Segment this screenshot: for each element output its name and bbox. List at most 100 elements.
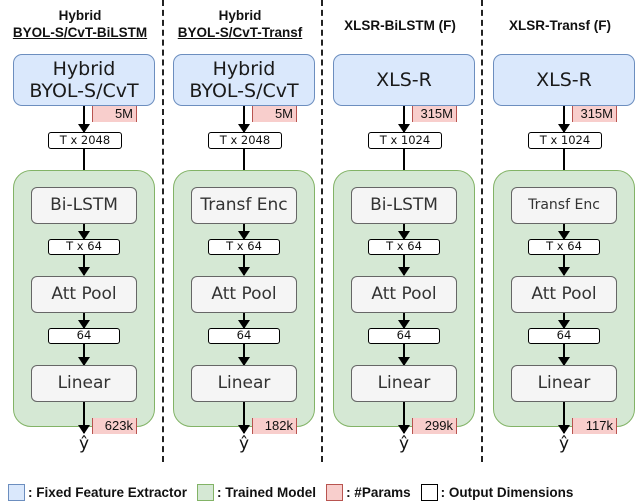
layer-output-dims: T x 64 (48, 239, 120, 255)
arrow-down-icon (238, 313, 250, 329)
fixed-feature-extractor: Hybrid BYOL-S/CvT (173, 54, 315, 106)
arrow-down-icon (78, 344, 90, 366)
trained-params-badge: 182k (252, 418, 297, 434)
attention-pooling-layer: Att Pool (511, 276, 617, 313)
layer-output-dims: T x 64 (528, 239, 600, 255)
pool-output-dims: 64 (208, 328, 280, 344)
pool-output-dims: 64 (48, 328, 120, 344)
pool-output-dims: 64 (368, 328, 440, 344)
pool-output-dims: 64 (528, 328, 600, 344)
legend-label: : Output Dimensions (440, 484, 574, 500)
model-title-line2: BYOL-S/CvT-Transf (177, 25, 303, 40)
prediction-output: ŷ (398, 434, 410, 454)
arrow-down-icon (398, 255, 410, 276)
column-divider (481, 0, 483, 462)
trained-params-badge: 299k (412, 418, 457, 434)
column-divider (321, 0, 323, 462)
legend: : Fixed Feature Extractor : Trained Mode… (8, 483, 583, 501)
arrow-down-icon (238, 106, 250, 133)
linear-layer: Linear (351, 365, 457, 402)
arrow-down-icon (78, 255, 90, 276)
arrow-down-icon (398, 344, 410, 366)
model-title-line1: Hybrid (58, 8, 102, 23)
model-title-line1: Hybrid (218, 8, 262, 23)
attention-pooling-layer: Att Pool (351, 276, 457, 313)
arrow-down-icon (558, 106, 570, 133)
column-divider (162, 0, 164, 462)
arrow-down-icon (238, 402, 250, 434)
sequence-layer: Bi-LSTM (31, 187, 137, 224)
extractor-name-line: XLS-R (536, 69, 592, 91)
arrow-down-icon (398, 313, 410, 329)
model-title-line2: BYOL-S/CvT-BiLSTM (12, 25, 148, 40)
trained-params-badge: 117k (572, 418, 617, 434)
extractor-name-line: Hybrid (52, 58, 116, 80)
attention-pooling-layer: Att Pool (191, 276, 297, 313)
sequence-layer: Transf Enc (511, 187, 617, 224)
linear-layer: Linear (191, 365, 297, 402)
arrow-down-icon (558, 255, 570, 276)
arrow-down-icon (558, 224, 570, 240)
model-column: XLSR-BiLSTM (F) XLS-R 315M T x 1024 Bi-L… (320, 0, 480, 470)
extractor-params-badge: 315M (412, 106, 457, 122)
fixed-feature-extractor: Hybrid BYOL-S/CvT (13, 54, 155, 106)
legend-item-params: : #Params (326, 483, 411, 501)
extractor-output-dims: T x 1024 (528, 132, 602, 149)
layer-output-dims: T x 64 (368, 239, 440, 255)
legend-label: : Fixed Feature Extractor (28, 484, 188, 500)
prediction-output: ŷ (238, 434, 250, 454)
model-column: Hybrid BYOL-S/CvT-BiLSTM Hybrid BYOL-S/Cv… (0, 0, 160, 470)
legend-item-output-dims: : Output Dimensions (420, 483, 574, 501)
arrow-down-icon (558, 344, 570, 366)
model-column: XLSR-Transf (F) XLS-R 315M T x 1024 Tran… (480, 0, 640, 470)
legend-label: : #Params (346, 484, 411, 500)
layer-output-dims: T x 64 (208, 239, 280, 255)
legend-swatch (8, 483, 25, 501)
sequence-layer: Transf Enc (191, 187, 297, 224)
fixed-feature-extractor: XLS-R (333, 54, 475, 106)
model-column: Hybrid BYOL-S/CvT-Transf Hybrid BYOL-S/Cv… (160, 0, 320, 470)
prediction-output: ŷ (558, 434, 570, 454)
prediction-output: ŷ (78, 434, 90, 454)
arrow-down-icon (238, 255, 250, 276)
linear-layer: Linear (511, 365, 617, 402)
arrow-down-icon (398, 106, 410, 133)
arrow-down-icon (78, 402, 90, 434)
arrow-down-icon (398, 224, 410, 240)
legend-swatch (420, 483, 438, 501)
arrow-down-icon (78, 313, 90, 329)
model-title-line2: XLSR-BiLSTM (F) (344, 18, 456, 33)
model-title-line2: XLSR-Transf (F) (508, 18, 611, 33)
arrow-down-icon (398, 402, 410, 434)
model-title: Hybrid BYOL-S/CvT-BiLSTM (0, 7, 160, 41)
extractor-params-badge: 315M (572, 106, 617, 122)
trained-params-badge: 623k (92, 418, 137, 434)
fixed-feature-extractor: XLS-R (493, 54, 635, 106)
extractor-name-line: BYOL-S/CvT (29, 80, 139, 102)
legend-item-fixed-extractor: : Fixed Feature Extractor (8, 483, 188, 501)
extractor-params-badge: 5M (92, 106, 137, 122)
arrow-down-icon (238, 344, 250, 366)
sequence-layer: Bi-LSTM (351, 187, 457, 224)
extractor-name-line: BYOL-S/CvT (189, 80, 299, 102)
extractor-output-dims: T x 2048 (208, 132, 282, 149)
arrow-down-icon (558, 402, 570, 434)
legend-item-trained-model: : Trained Model (197, 483, 317, 501)
model-title: XLSR-Transf (F) (480, 17, 640, 34)
model-title: XLSR-BiLSTM (F) (320, 17, 480, 34)
arrow-down-icon (558, 313, 570, 329)
linear-layer: Linear (31, 365, 137, 402)
legend-swatch (197, 483, 215, 501)
legend-label: : Trained Model (217, 484, 317, 500)
legend-swatch (326, 483, 344, 501)
attention-pooling-layer: Att Pool (31, 276, 137, 313)
extractor-output-dims: T x 2048 (48, 132, 122, 149)
arrow-down-icon (78, 224, 90, 240)
extractor-params-badge: 5M (252, 106, 297, 122)
arrow-down-icon (238, 224, 250, 240)
extractor-name-line: XLS-R (376, 69, 432, 91)
arrow-down-icon (78, 106, 90, 133)
extractor-name-line: Hybrid (212, 58, 276, 80)
extractor-output-dims: T x 1024 (368, 132, 442, 149)
model-title: Hybrid BYOL-S/CvT-Transf (160, 7, 320, 41)
